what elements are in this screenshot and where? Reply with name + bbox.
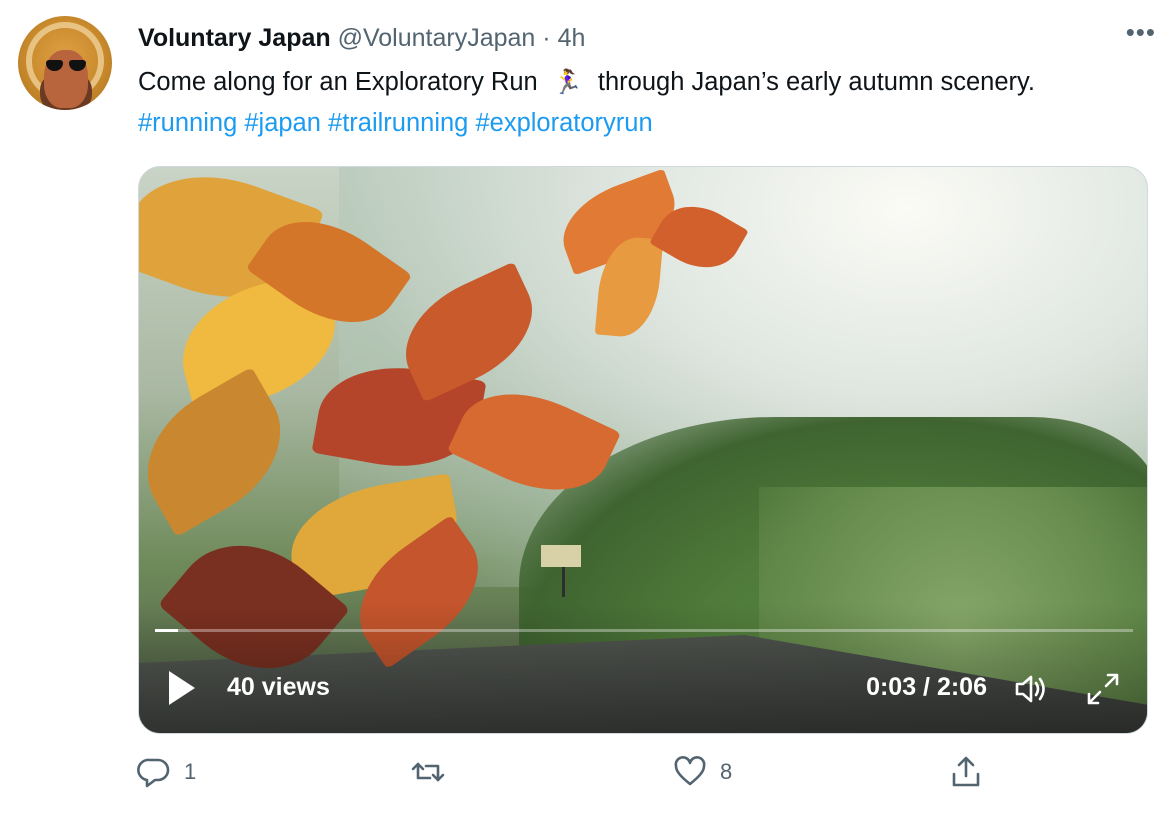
video-sign xyxy=(541,545,581,567)
share-button[interactable] xyxy=(948,754,996,790)
tweet-text-end: through Japan’s early autumn scenery. xyxy=(597,68,1035,96)
play-icon[interactable] xyxy=(169,671,195,705)
hashtag-trailrunning[interactable]: #trailrunning xyxy=(328,109,468,137)
author-name[interactable]: Voluntary Japan xyxy=(138,24,331,52)
hashtag-running[interactable]: #running xyxy=(138,109,237,137)
retweet-button[interactable] xyxy=(410,754,458,790)
video-progress-bar[interactable] xyxy=(155,629,1133,632)
hashtag-japan[interactable]: #japan xyxy=(244,109,321,137)
tweet-actions: 1 8 xyxy=(0,754,1170,806)
hashtag-exploratoryrun[interactable]: #exploratoryrun xyxy=(475,109,652,137)
author-handle[interactable]: @VoluntaryJapan xyxy=(338,24,536,52)
reply-count: 1 xyxy=(184,759,197,784)
video-player[interactable]: 40 views 0:03 / 2:06 xyxy=(138,166,1148,734)
tweet-header: Voluntary Japan @VoluntaryJapan · 4h xyxy=(138,22,585,54)
share-icon xyxy=(952,756,980,787)
video-controls-scrim xyxy=(139,603,1147,733)
avatar[interactable] xyxy=(18,16,112,110)
video-progress-fill xyxy=(155,629,179,632)
volume-icon[interactable] xyxy=(1011,671,1051,707)
tweet-time[interactable]: 4h xyxy=(558,24,586,52)
like-count: 8 xyxy=(720,759,733,784)
like-button[interactable]: 8 xyxy=(672,754,732,790)
fullscreen-icon[interactable] xyxy=(1083,671,1123,707)
video-sign-pole xyxy=(562,567,565,597)
separator-dot: · xyxy=(542,24,551,52)
reply-button[interactable]: 1 xyxy=(136,754,196,790)
heart-icon xyxy=(674,756,706,786)
maple-leaf xyxy=(139,366,307,538)
avatar-sunglasses xyxy=(46,60,86,71)
avatar-face xyxy=(44,50,88,108)
video-timecode: 0:03 / 2:06 xyxy=(866,673,987,701)
more-options-icon[interactable]: ••• xyxy=(1126,19,1156,45)
tweet-text-start: Come along for an Exploratory Run xyxy=(138,68,538,96)
reply-icon xyxy=(137,758,170,788)
runner-emoji: 🏃‍♀️ xyxy=(552,69,583,96)
retweet-icon xyxy=(411,762,445,782)
video-views: 40 views xyxy=(227,673,330,701)
tweet-text: Come along for an Exploratory Run 🏃‍♀️ t… xyxy=(138,62,1138,143)
